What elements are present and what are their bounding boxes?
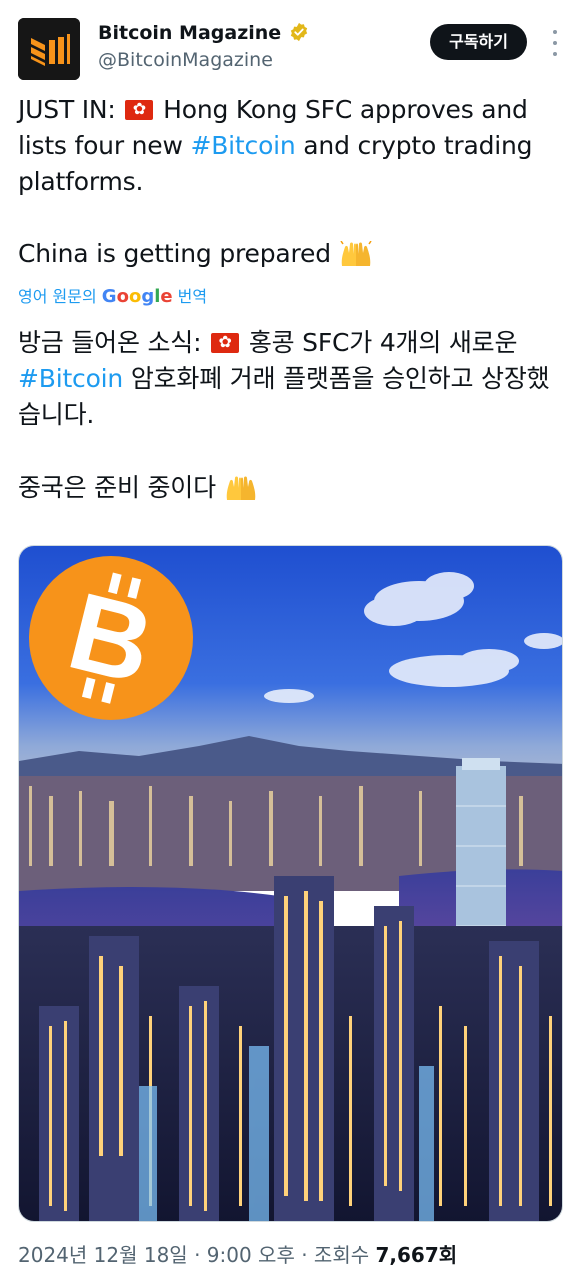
more-vertical-icon[interactable] (551, 30, 559, 56)
text-segment: China is getting prepared (18, 239, 339, 268)
hashtag-link[interactable]: #Bitcoin (18, 364, 123, 393)
text-segment: 홍콩 SFC가 4개의 새로운 (241, 328, 518, 357)
hashtag-link[interactable]: #Bitcoin (190, 131, 295, 160)
hong-kong-flag-icon (125, 98, 154, 120)
tweet-header: Bitcoin Magazine @BitcoinMagazine 구독하기 (18, 18, 563, 80)
verified-badge-icon[interactable] (289, 22, 309, 46)
google-logo-icon: Google (101, 286, 173, 307)
tweet-text-original: JUST IN: Hong Kong SFC approves and list… (18, 92, 568, 200)
display-name[interactable]: Bitcoin Magazine (98, 20, 281, 46)
raising-hands-icon (339, 239, 373, 277)
avatar[interactable] (18, 18, 80, 80)
translate-suffix: 번역 (172, 287, 208, 306)
subscribe-button[interactable]: 구독하기 (430, 24, 527, 60)
text-segment: 방금 들어온 소식: (18, 328, 210, 357)
author-handle[interactable]: @BitcoinMagazine (98, 46, 309, 74)
text-segment: JUST IN: (18, 95, 124, 124)
raising-hands-icon (224, 475, 258, 511)
author-block: Bitcoin Magazine @BitcoinMagazine (98, 20, 309, 74)
tweet-timestamp[interactable]: 2024년 12월 18일 · 9:00 오후 · 조회수 (18, 1243, 375, 1267)
tweet: Bitcoin Magazine @BitcoinMagazine 구독하기 J… (0, 0, 581, 1280)
tweet-text-translated: 방금 들어온 소식: 홍콩 SFC가 4개의 새로운 #Bitcoin 암호화폐… (18, 325, 568, 433)
tweet-meta: 2024년 12월 18일 · 9:00 오후 · 조회수 7,667회 (18, 1240, 457, 1270)
hong-kong-flag-icon (211, 331, 240, 353)
translate-label: 영어 원문의 (18, 287, 102, 306)
tweet-text-translated-line2: 중국은 준비 중이다 (18, 470, 568, 511)
bitcoin-magazine-logo-icon (18, 18, 80, 80)
text-segment: 중국은 준비 중이다 (18, 473, 224, 502)
view-count[interactable]: 7,667회 (375, 1243, 457, 1267)
bitcoin-logo-icon: B (29, 556, 193, 720)
tweet-media-image[interactable]: B (18, 545, 563, 1222)
translated-by-google-link[interactable]: 영어 원문의 Google 번역 (18, 286, 207, 308)
tweet-text-original-line2: China is getting prepared (18, 236, 568, 277)
